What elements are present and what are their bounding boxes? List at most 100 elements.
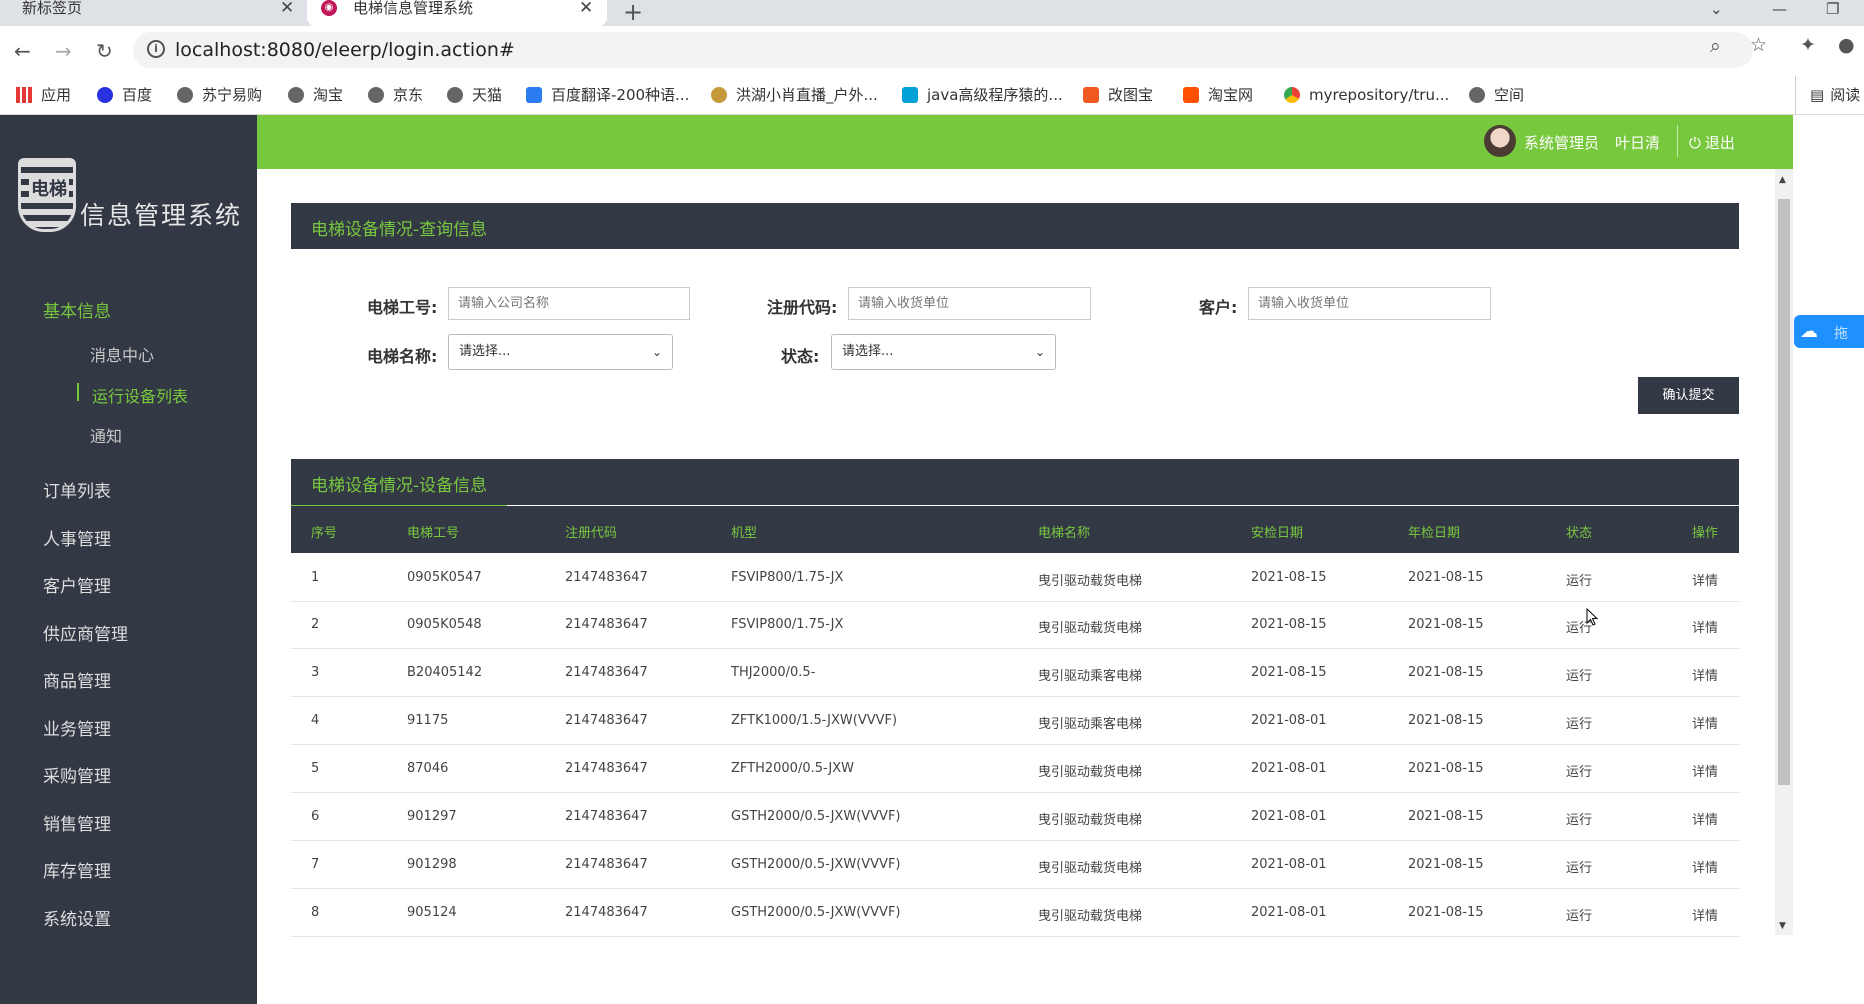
forward-icon[interactable]: →	[55, 39, 72, 63]
cell-status: 运行	[1566, 909, 1593, 924]
url-text[interactable]: localhost:8080/eleerp/login.action#	[175, 39, 515, 61]
bookmark-apps[interactable]: 应用	[16, 76, 71, 115]
col-index: 序号	[311, 526, 338, 541]
bookmark-tmall[interactable]: 天猫	[447, 76, 502, 115]
cell-action[interactable]: 详情	[1692, 857, 1718, 876]
table-row[interactable]: 4 91175 2147483647 ZFTK1000/1.5-JXW(VVVF) 曳引…	[291, 697, 1739, 745]
menu-products[interactable]: 商品管理	[43, 667, 111, 692]
cell-action[interactable]: 详情	[1692, 905, 1718, 924]
menu-basic-info[interactable]: 基本信息	[43, 297, 111, 322]
menu-customers[interactable]: 客户管理	[43, 572, 111, 597]
zoom-icon[interactable]: ⌕	[1710, 35, 1721, 57]
table-row[interactable]: 5 87046 2147483647 ZFTH2000/0.5-JXW 曳引驱动载货电梯…	[291, 745, 1739, 793]
customer-input[interactable]	[1248, 287, 1491, 320]
menu-purchasing[interactable]: 采购管理	[43, 762, 111, 787]
maximize-icon[interactable]: ❐	[1826, 0, 1839, 18]
new-tab-icon[interactable]: +	[623, 0, 643, 26]
cell-elevator-name: 曳引驱动载货电梯	[1038, 813, 1143, 828]
menu-inventory[interactable]: 库存管理	[43, 857, 111, 882]
browser-tab-active[interactable]: ◉ 电梯信息管理系统 ✕	[307, 0, 607, 26]
cell-annual-date: 2021-08-15	[1408, 857, 1484, 872]
menu-hr[interactable]: 人事管理	[43, 525, 111, 550]
bookmark-honghu[interactable]: 洪湖小肖直播_户外...	[711, 76, 878, 115]
cell-safety-date: 2021-08-01	[1251, 857, 1327, 872]
bookmark-fanyi[interactable]: 百度翻译-200种语...	[526, 76, 689, 115]
menu-orders[interactable]: 订单列表	[43, 477, 111, 502]
cell-index: 8	[311, 905, 320, 920]
cell-annual-date: 2021-08-15	[1408, 570, 1484, 585]
bookmark-gaitubao[interactable]: 改图宝	[1083, 76, 1153, 115]
col-elevator-no: 电梯工号	[407, 526, 460, 541]
url-field[interactable]: i localhost:8080/eleerp/login.action#	[133, 32, 1753, 68]
bookmark-space[interactable]: 空间	[1469, 76, 1524, 115]
cloud-icon: ☁	[1800, 321, 1818, 342]
cell-action[interactable]: 详情	[1692, 570, 1718, 589]
star-icon[interactable]: ☆	[1750, 34, 1767, 56]
logout-button[interactable]: ⏻ 退出	[1689, 132, 1735, 153]
submenu-message-center[interactable]: 消息中心	[90, 342, 154, 366]
bookmark-label: 淘宝	[313, 86, 344, 104]
elevator-no-input[interactable]	[448, 287, 690, 320]
cell-safety-date: 2021-08-15	[1251, 617, 1327, 632]
submenu-notice[interactable]: 通知	[90, 423, 122, 447]
menu-business[interactable]: 业务管理	[43, 715, 111, 740]
menu-settings[interactable]: 系统设置	[43, 905, 111, 930]
submenu-running-devices[interactable]: 运行设备列表	[92, 383, 188, 407]
table-row[interactable]: 1 0905K0547 2147483647 FSVIP800/1.75-JX 曳引驱动…	[291, 554, 1739, 602]
cell-model: FSVIP800/1.75-JX	[731, 617, 844, 632]
bookmark-suning[interactable]: 苏宁易购	[177, 76, 262, 115]
cell-action[interactable]: 详情	[1692, 761, 1718, 780]
scroll-down-icon[interactable]: ▼	[1779, 921, 1786, 931]
bookmark-myrepository[interactable]: myrepository/tru...	[1284, 76, 1449, 115]
back-icon[interactable]: ←	[14, 39, 31, 63]
cloud-float-button[interactable]: ☁ 拖	[1794, 315, 1864, 348]
reg-code-input[interactable]	[848, 287, 1091, 320]
table-row[interactable]: 6 901297 2147483647 GSTH2000/0.5-JXW(VVVF) 曳…	[291, 793, 1739, 841]
status-select[interactable]: 请选择... ⌄	[831, 334, 1056, 370]
cell-action[interactable]: 详情	[1692, 809, 1718, 828]
bookmark-taobao[interactable]: 淘宝	[288, 76, 343, 115]
logo-shield-icon: 电梯	[18, 158, 76, 232]
bookmark-baidu[interactable]: 百度	[97, 76, 152, 115]
cell-action[interactable]: 详情	[1692, 665, 1718, 684]
bookmark-java[interactable]: java高级程序猿的...	[902, 76, 1063, 115]
scrollbar-thumb[interactable]	[1778, 199, 1790, 785]
cell-model: THJ2000/0.5-	[731, 665, 816, 680]
avatar[interactable]	[1484, 125, 1516, 157]
bookmark-jd[interactable]: 京东	[368, 76, 423, 115]
table-row[interactable]: 8 905124 2147483647 GSTH2000/0.5-JXW(VVVF) 曳…	[291, 889, 1739, 937]
cell-status: 运行	[1566, 861, 1593, 876]
cell-status: 运行	[1566, 574, 1593, 589]
table-row[interactable]: 3 B20405142 2147483647 THJ2000/0.5- 曳引驱动乘客电梯…	[291, 649, 1739, 697]
close-icon[interactable]: ✕	[280, 0, 294, 17]
bookmark-taobaowang[interactable]: 淘宝网	[1183, 76, 1253, 115]
reading-list[interactable]: ▤ 阅读	[1795, 76, 1860, 115]
bookmark-label: 京东	[393, 86, 424, 104]
profile-dropdown-icon[interactable]: ⌄	[1710, 0, 1723, 18]
cell-safety-date: 2021-08-01	[1251, 809, 1327, 824]
table-row[interactable]: 7 901298 2147483647 GSTH2000/0.5-JXW(VVVF) 曳…	[291, 841, 1739, 889]
minimize-icon[interactable]: —	[1772, 0, 1787, 18]
submit-button[interactable]: 确认提交	[1638, 377, 1739, 414]
cell-annual-date: 2021-08-15	[1408, 713, 1484, 728]
user-name[interactable]: 叶日清	[1615, 132, 1660, 153]
logo-badge: 电梯	[29, 175, 69, 201]
favicon-icon: ◉	[321, 0, 337, 16]
cell-elevator-no: 901298	[407, 857, 457, 872]
cell-action[interactable]: 详情	[1692, 617, 1718, 636]
reload-icon[interactable]: ↻	[96, 39, 113, 63]
elevator-name-select[interactable]: 请选择... ⌄	[448, 334, 673, 370]
extensions-icon[interactable]: ✦	[1800, 34, 1816, 56]
cell-action[interactable]: 详情	[1692, 713, 1718, 732]
menu-sales[interactable]: 销售管理	[43, 810, 111, 835]
table-row[interactable]: 2 0905K0548 2147483647 FSVIP800/1.75-JX 曳引驱动…	[291, 601, 1739, 649]
browser-tab-new[interactable]: 新标签页 ✕	[0, 0, 302, 26]
account-icon[interactable]: ●	[1838, 34, 1855, 56]
scroll-up-icon[interactable]: ▲	[1779, 175, 1786, 185]
content-scrollbar[interactable]: ▲ ▼	[1775, 169, 1793, 935]
live-icon	[711, 87, 727, 103]
menu-suppliers[interactable]: 供应商管理	[43, 620, 128, 645]
cell-model: GSTH2000/0.5-JXW(VVVF)	[731, 809, 901, 824]
close-icon[interactable]: ✕	[579, 0, 593, 17]
info-icon[interactable]: i	[147, 40, 165, 58]
